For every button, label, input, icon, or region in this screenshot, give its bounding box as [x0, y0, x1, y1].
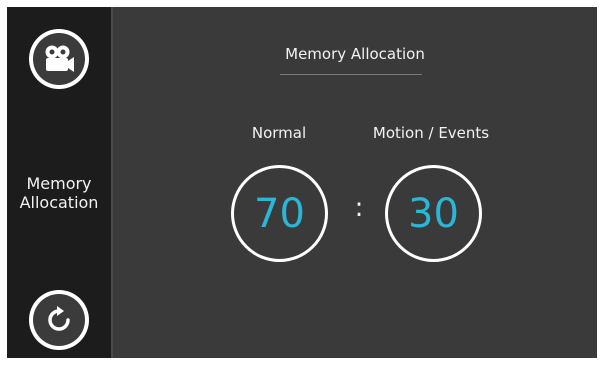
sidebar-title-line2: Allocation — [19, 193, 99, 212]
ratio-separator: : — [354, 193, 364, 223]
sidebar-title: Memory Allocation — [7, 174, 111, 212]
motion-events-label: Motion / Events — [372, 124, 490, 142]
sidebar: Memory Allocation — [7, 7, 111, 358]
sidebar-title-line1: Memory — [26, 174, 92, 193]
refresh-icon — [48, 306, 70, 331]
normal-label: Normal — [251, 124, 307, 142]
title-underline — [280, 74, 422, 75]
normal-value: 70 — [254, 190, 305, 237]
normal-value-dial[interactable]: 70 — [231, 165, 328, 262]
video-camera-icon — [45, 45, 74, 72]
memory-allocation-screen: Memory Allocation Memory Allocation Norm… — [7, 7, 597, 358]
events-value: 30 — [408, 190, 459, 237]
camera-button[interactable] — [29, 29, 89, 89]
reset-button[interactable] — [29, 290, 89, 350]
page-title: Memory Allocation — [285, 45, 425, 63]
events-value-dial[interactable]: 30 — [385, 165, 482, 262]
